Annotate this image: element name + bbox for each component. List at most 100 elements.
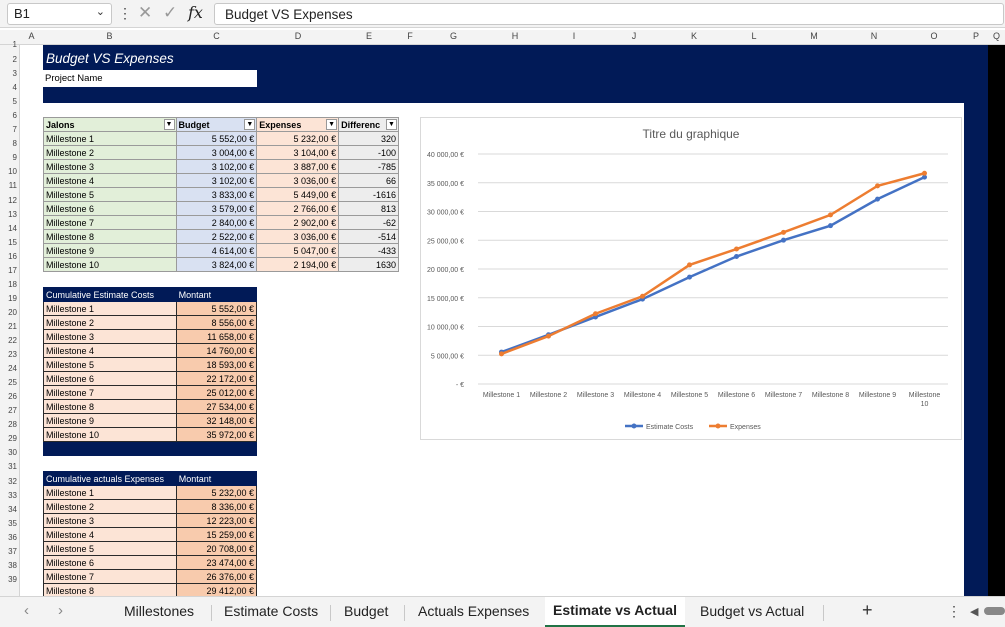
filter-dropdown-icon[interactable]: ▼	[386, 119, 397, 130]
row-header[interactable]: 33	[0, 491, 17, 500]
row-header[interactable]: 9	[0, 153, 17, 162]
table-cell[interactable]: 320	[338, 131, 399, 146]
row-header[interactable]: 13	[0, 210, 17, 219]
tab-millestones[interactable]: Millestones	[124, 603, 194, 619]
scroll-tabs-left-icon[interactable]: ‹	[24, 602, 29, 619]
table-cell[interactable]: Millestone 2	[43, 499, 177, 514]
row-header[interactable]: 22	[0, 336, 17, 345]
table-cell[interactable]: 3 102,00 €	[175, 159, 258, 174]
table-cell[interactable]: Millestone 5	[43, 187, 177, 202]
column-header[interactable]: I	[544, 31, 604, 41]
header-difference[interactable]: Differenc ▼	[338, 117, 399, 132]
row-header[interactable]: 6	[0, 111, 17, 120]
filter-dropdown-icon[interactable]: ▼	[163, 119, 175, 130]
table-cell[interactable]: Millestone 3	[43, 329, 177, 344]
column-header[interactable]: D	[257, 31, 339, 41]
row-header[interactable]: 37	[0, 547, 17, 556]
table-cell[interactable]: 5 552,00 €	[175, 131, 258, 146]
table-cell[interactable]: 5 047,00 €	[256, 243, 340, 258]
table-cell[interactable]: 2 194,00 €	[256, 257, 340, 272]
row-header[interactable]: 4	[0, 83, 17, 92]
row-header[interactable]: 20	[0, 308, 17, 317]
row-header[interactable]: 23	[0, 350, 17, 359]
tab-budget-vs-actual[interactable]: Budget vs Actual	[700, 603, 804, 619]
table-cell[interactable]: 35 972,00 €	[175, 427, 258, 442]
table-cell[interactable]: Millestone 1	[43, 485, 177, 500]
table-cell[interactable]: 3 102,00 €	[175, 173, 258, 188]
formula-input[interactable]: Budget VS Expenses	[214, 3, 1004, 25]
table-cell[interactable]: 8 336,00 €	[175, 499, 258, 514]
line-chart[interactable]: Titre du graphique - € 5 000,00 € 10 000,00…	[420, 117, 962, 440]
project-name-cell[interactable]: Project Name	[43, 70, 257, 87]
row-header[interactable]: 1	[0, 40, 17, 49]
row-header[interactable]: 27	[0, 406, 17, 415]
table-cell[interactable]: Millestone 10	[43, 427, 177, 442]
filter-dropdown-icon[interactable]: ▼	[326, 119, 338, 130]
tab-estimate-vs-actual[interactable]: Estimate vs Actual	[545, 597, 685, 627]
table-cell[interactable]: 20 708,00 €	[175, 541, 258, 556]
row-header[interactable]: 29	[0, 434, 17, 443]
row-header[interactable]: 5	[0, 97, 17, 106]
table-cell[interactable]: 23 474,00 €	[175, 555, 258, 570]
table-cell[interactable]: -785	[338, 159, 399, 174]
table-cell[interactable]: 3 824,00 €	[175, 257, 258, 272]
cancel-icon[interactable]: ✕	[138, 3, 152, 22]
column-header[interactable]: Q	[988, 31, 1005, 41]
table-cell[interactable]: -514	[338, 229, 399, 244]
table-cell[interactable]: Millestone 1	[43, 131, 177, 146]
row-header[interactable]: 10	[0, 167, 17, 176]
row-header[interactable]: 12	[0, 196, 17, 205]
column-header[interactable]: C	[176, 31, 257, 41]
table-cell[interactable]: Millestone 7	[43, 215, 177, 230]
table-cell[interactable]: Millestone 2	[43, 145, 177, 160]
row-header[interactable]: 35	[0, 519, 17, 528]
table-cell[interactable]: 2 840,00 €	[175, 215, 258, 230]
row-header[interactable]: 32	[0, 477, 17, 486]
column-header[interactable]: H	[486, 31, 544, 41]
table-cell[interactable]: 3 104,00 €	[256, 145, 340, 160]
add-sheet-icon[interactable]: +	[862, 600, 873, 621]
column-header[interactable]: P	[964, 31, 988, 41]
sheet-title[interactable]: Budget VS Expenses	[46, 51, 174, 66]
table-cell[interactable]: 11 658,00 €	[175, 329, 258, 344]
table-cell[interactable]: 8 556,00 €	[175, 315, 258, 330]
column-header[interactable]: B	[43, 31, 176, 41]
table-cell[interactable]: Millestone 4	[43, 343, 177, 358]
column-header[interactable]: E	[339, 31, 399, 41]
row-header[interactable]: 19	[0, 294, 17, 303]
column-header[interactable]: J	[604, 31, 664, 41]
table-cell[interactable]: 2 902,00 €	[256, 215, 340, 230]
row-header[interactable]: 8	[0, 139, 17, 148]
table-cell[interactable]: Millestone 5	[43, 541, 177, 556]
row-header[interactable]: 30	[0, 448, 17, 457]
column-header[interactable]: M	[784, 31, 844, 41]
table-cell[interactable]: Millestone 6	[43, 201, 177, 216]
more-tabs-icon[interactable]: ⋮	[947, 603, 961, 620]
row-header[interactable]: 31	[0, 462, 17, 471]
row-header[interactable]: 14	[0, 224, 17, 233]
header-cumulative-estimate[interactable]: Cumulative Estimate Costs	[43, 287, 177, 302]
confirm-icon[interactable]: ✓	[163, 3, 177, 22]
table-cell[interactable]: Millestone 8	[43, 399, 177, 414]
horizontal-scrollbar[interactable]	[984, 607, 1005, 615]
header-expenses[interactable]: Expenses ▼	[256, 117, 340, 132]
table-cell[interactable]: 32 148,00 €	[175, 413, 258, 428]
row-header[interactable]: 3	[0, 69, 17, 78]
header-budget[interactable]: Budget ▼	[175, 117, 258, 132]
table-cell[interactable]: 3 036,00 €	[256, 173, 340, 188]
table-cell[interactable]: 18 593,00 €	[175, 357, 258, 372]
table-cell[interactable]: 2 522,00 €	[175, 229, 258, 244]
row-header[interactable]: 17	[0, 266, 17, 275]
table-cell[interactable]: Millestone 10	[43, 257, 177, 272]
header-montant[interactable]: Montant	[175, 287, 258, 302]
row-header[interactable]: 11	[0, 181, 17, 190]
row-header[interactable]: 34	[0, 505, 17, 514]
table-cell[interactable]: 813	[338, 201, 399, 216]
table-cell[interactable]: 66	[338, 173, 399, 188]
table-cell[interactable]: Millestone 6	[43, 555, 177, 570]
table-cell[interactable]: 27 534,00 €	[175, 399, 258, 414]
column-header[interactable]: K	[664, 31, 724, 41]
table-cell[interactable]: 1630	[338, 257, 399, 272]
column-header[interactable]: F	[399, 31, 421, 41]
row-header[interactable]: 2	[0, 55, 17, 64]
